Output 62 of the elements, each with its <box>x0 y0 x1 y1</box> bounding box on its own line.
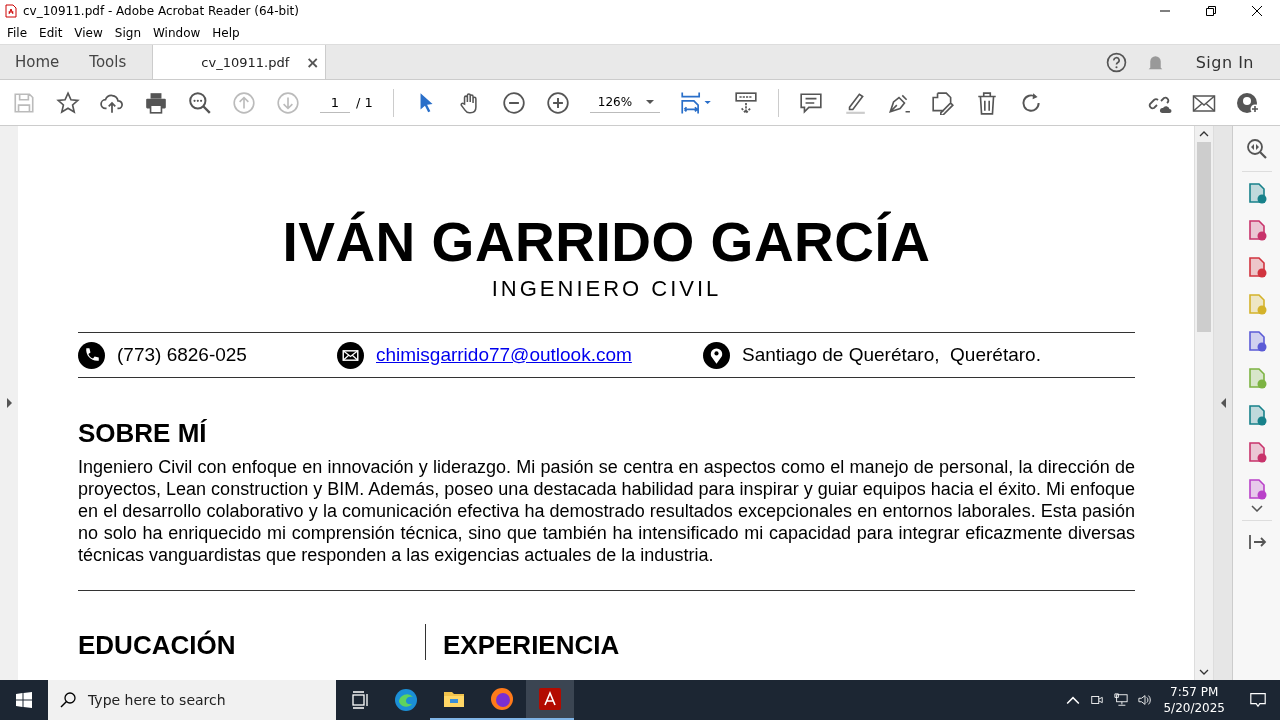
cv-name: IVÁN GARRIDO GARCÍA <box>281 210 932 274</box>
zoom-out-icon[interactable] <box>501 90 526 115</box>
notification-icon[interactable] <box>1249 691 1267 709</box>
scroll-down-icon[interactable] <box>1199 669 1209 675</box>
menu-item[interactable]: Window <box>147 26 207 40</box>
star-icon[interactable] <box>56 90 80 115</box>
window-title: cv_10911.pdf - Adobe Acrobat Reader (64-bit) <box>23 4 299 18</box>
close-tab-button[interactable]: × <box>305 52 320 72</box>
collapse-arrow-icon[interactable] <box>1220 398 1226 408</box>
cv-profession: INGENIERO CIVIL <box>490 276 723 302</box>
chevron-down-icon[interactable] <box>1250 505 1263 512</box>
tab[interactable]: Tools <box>74 45 145 79</box>
tab-label: cv_10911.pdf <box>201 54 291 70</box>
add-user-icon[interactable] <box>1236 90 1260 115</box>
clock-date[interactable]: 5/20/2025 <box>1163 700 1225 716</box>
pdf-file-icon <box>5 4 17 18</box>
help-icon[interactable] <box>1105 51 1127 73</box>
taskbar-search-field[interactable]: Type here to search <box>48 680 336 720</box>
document-edit-icon[interactable] <box>930 90 955 115</box>
menu-item[interactable]: Help <box>206 26 246 40</box>
camera-icon[interactable] <box>1090 693 1105 707</box>
zoom-in-icon[interactable] <box>545 90 570 115</box>
browser-icon[interactable] <box>394 688 418 712</box>
read-mode-icon[interactable] <box>733 90 758 115</box>
page-number-field[interactable]: 1 <box>320 92 350 113</box>
clock-time[interactable]: 7:57 PM <box>1170 684 1219 700</box>
document-tab[interactable]: cv_10911.pdf × <box>152 45 327 79</box>
zoom-dropdown[interactable]: 126% <box>589 92 660 113</box>
page-total: / 1 <box>356 95 373 110</box>
pdf-app-icon[interactable] <box>538 687 562 711</box>
contact-text: (773) 6826-025 <box>117 344 247 366</box>
print-icon[interactable] <box>144 90 168 115</box>
section-heading: EXPERIENCIA <box>443 630 620 660</box>
envelope-icon <box>337 341 364 369</box>
fox-browser-icon[interactable] <box>490 687 514 711</box>
scroll-up-icon[interactable] <box>1199 131 1209 137</box>
sign-in-link[interactable]: Sign In <box>1195 52 1254 72</box>
network-icon[interactable] <box>1114 693 1129 707</box>
maximize-icon[interactable] <box>1206 6 1216 16</box>
about-paragraph: Ingeniero Civil con enfoque en innovación y liderazgo. Mi pasión se centra en aspectos como el manejo de personal, la dirección de proyectos, Lean construction y BIM. Además, poseo una destacada habilidad para inspirar y guiar equipos hacia el éxito. Mi enfoque en el desarrollo colaborativo y la comunicación efectiva ha demostrado resultados excepcionales en entornos laborales. Esta pasión no solo ha enriquecido mi comprensión técnica, sino que también ha intensificado mi capacidad para integrar eficazmente diversas técnicas vanguardistas que responden a las exigencias actuales de la industria. <box>78 456 1135 566</box>
contact-text: Santiago de Querétaro, Querétaro. <box>742 344 1041 366</box>
task-view-icon[interactable] <box>350 688 370 712</box>
menu-item[interactable]: File <box>1 26 34 40</box>
menu-item[interactable]: Edit <box>33 26 69 40</box>
close-icon[interactable] <box>1252 6 1262 16</box>
location-pin-icon <box>703 341 730 369</box>
caret-icon <box>645 100 654 104</box>
zoom-icon[interactable] <box>1245 138 1268 160</box>
windows-start-icon[interactable] <box>16 692 32 708</box>
comment-icon[interactable] <box>798 90 823 115</box>
search-icon <box>60 692 76 708</box>
menu-item[interactable]: Sign <box>108 26 147 40</box>
section-heading: EDUCACIÓN <box>78 630 236 660</box>
expand-arrow-icon[interactable] <box>6 398 12 408</box>
menu-item[interactable]: View <box>68 26 109 40</box>
speaker-icon[interactable] <box>1138 693 1153 707</box>
scrollbar-thumb[interactable] <box>1197 142 1211 332</box>
section-heading: SOBRE MÍ <box>78 418 208 448</box>
search-icon[interactable] <box>188 90 212 115</box>
tab[interactable]: Home <box>0 45 75 79</box>
phone-icon <box>78 341 105 369</box>
email-link[interactable]: chimisgarrido77@outlook.com <box>376 344 632 366</box>
